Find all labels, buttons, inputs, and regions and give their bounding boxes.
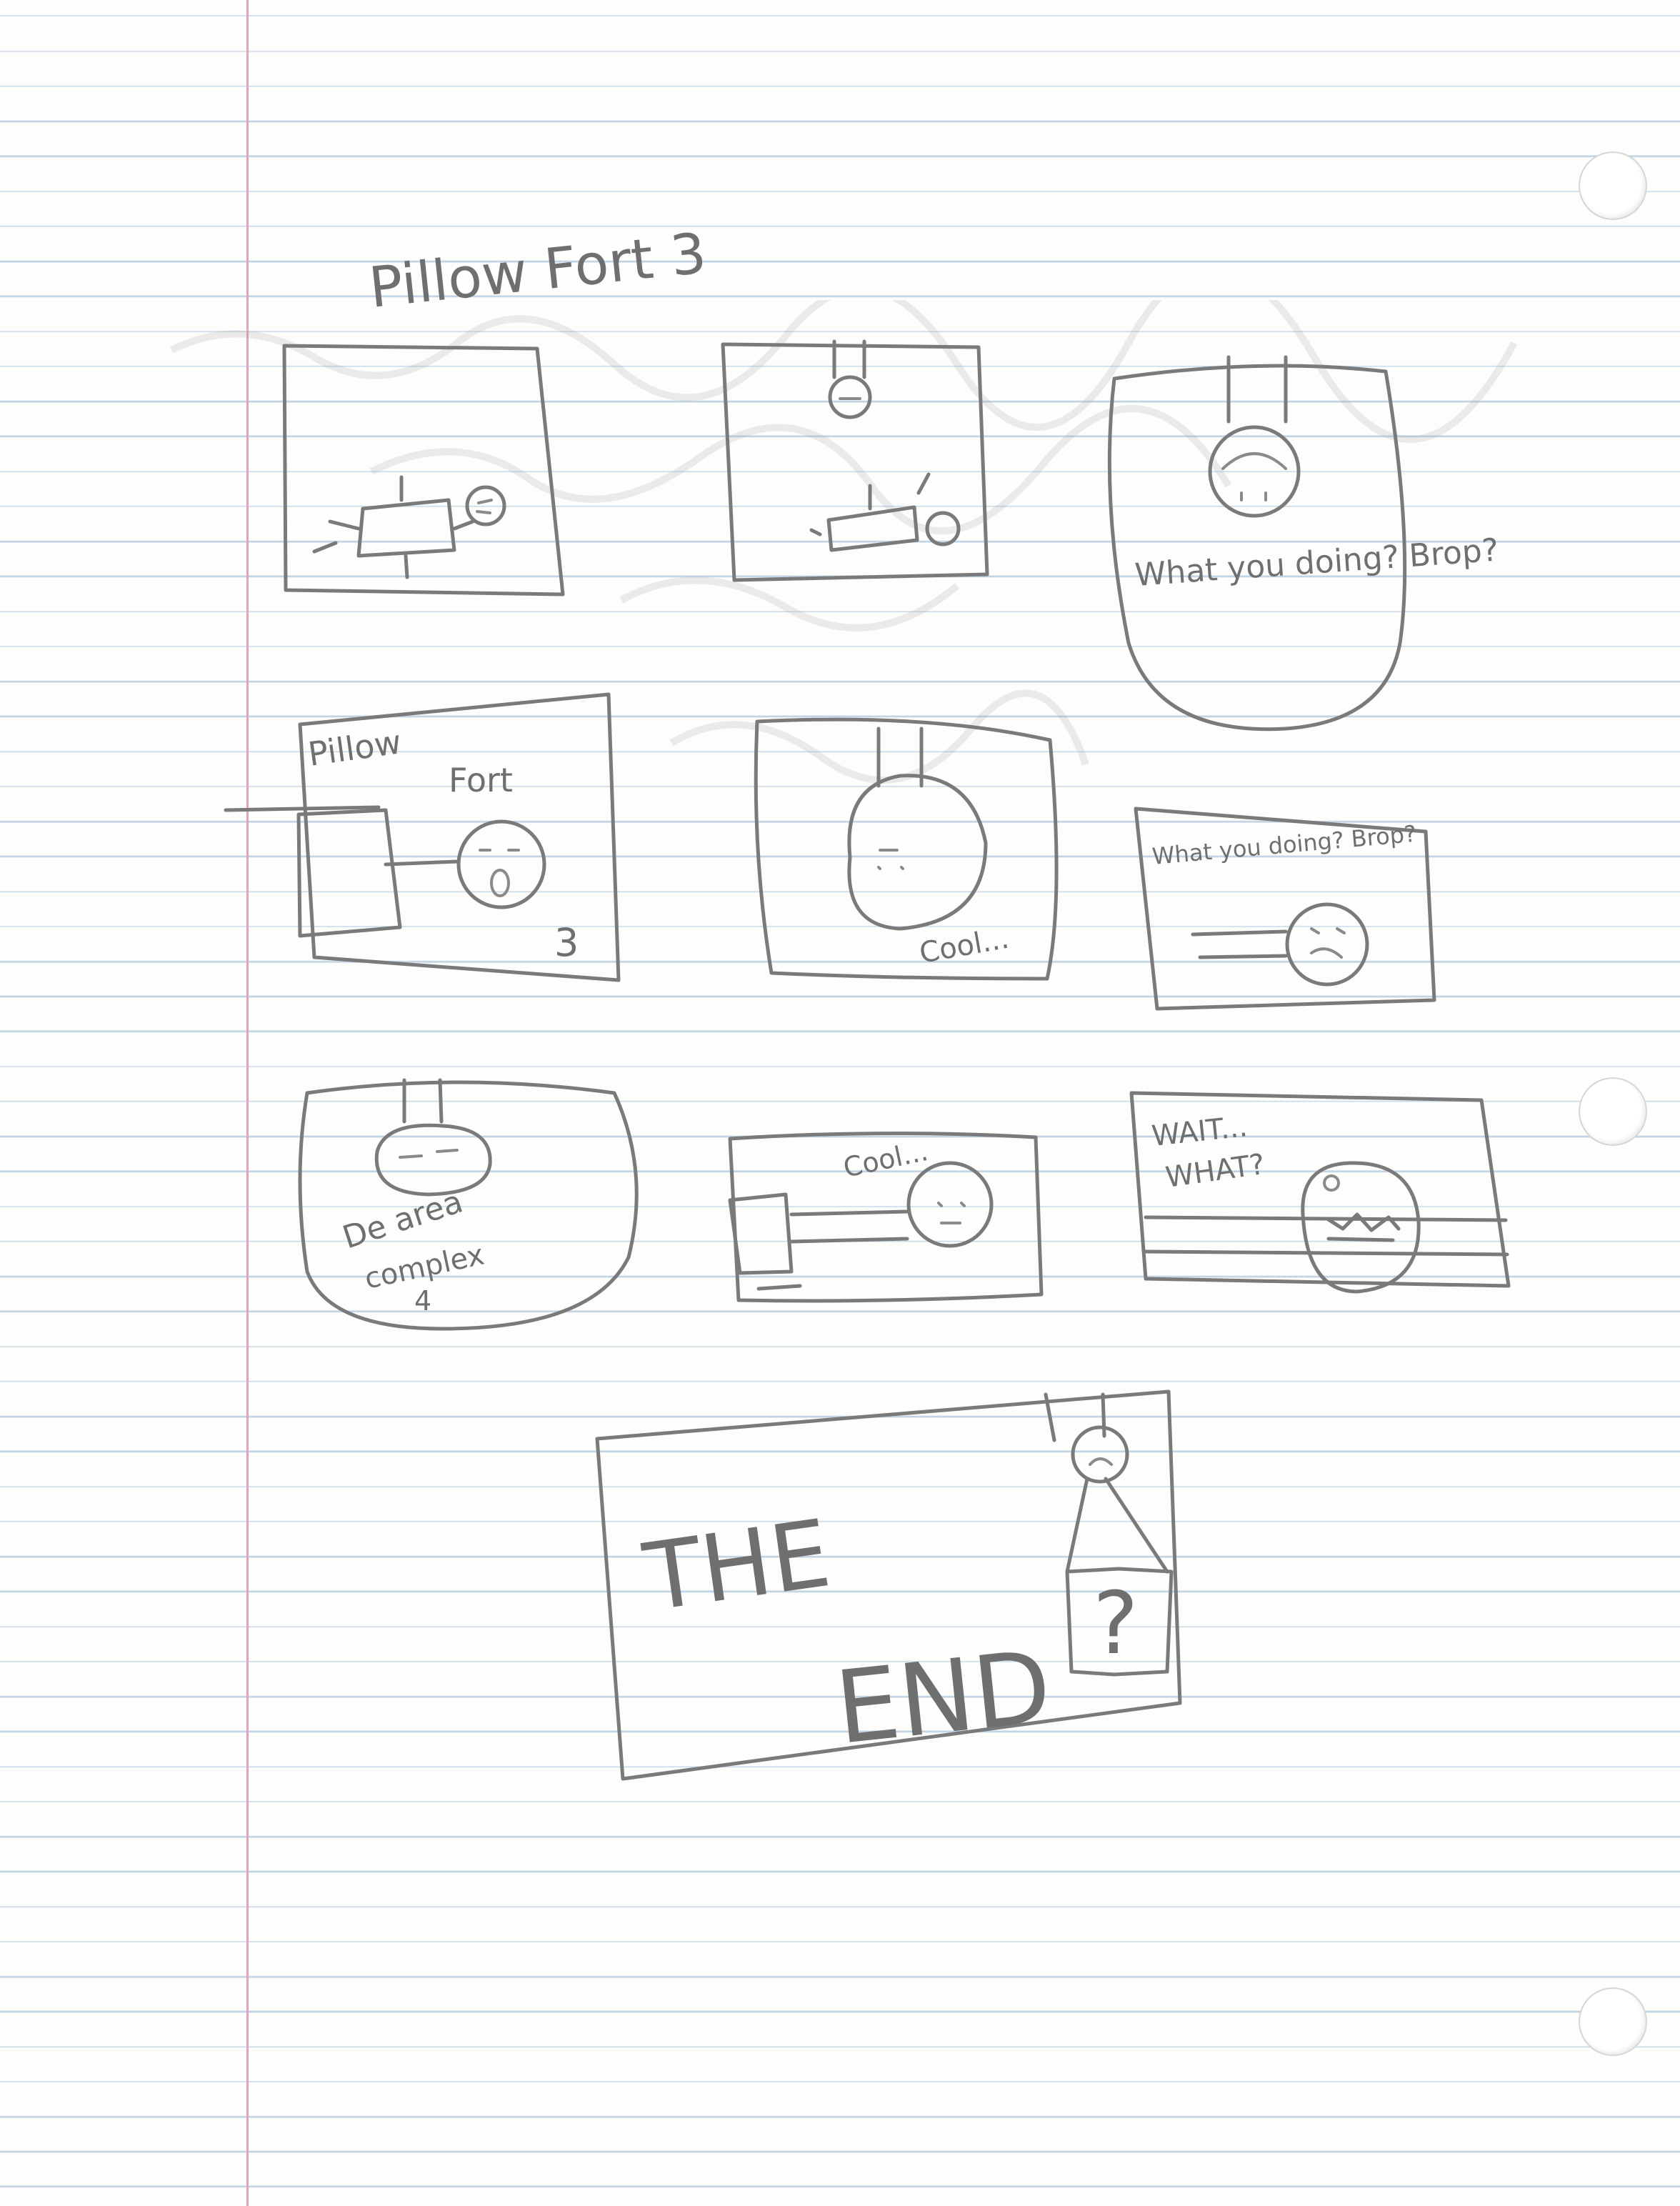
panel-5-speech: Cool... — [917, 922, 1011, 970]
comic-sketch: Pillow Fort 3 What you doing? Brop? Pill… — [224, 221, 1511, 1781]
panel-2 — [721, 339, 989, 582]
panel-4-label-pillow: Pillow — [306, 722, 404, 774]
comic-title: Pillow Fort 3 — [366, 221, 709, 321]
panel-4: Pillow Fort 3 — [224, 692, 621, 982]
panel-10-sign: ? — [1093, 1574, 1139, 1674]
panel-4-number: 3 — [554, 920, 579, 965]
panel-7-text-3: 4 — [414, 1285, 431, 1317]
panel-8: Cool... — [728, 1131, 1044, 1303]
panel-3-speech: What you doing? Brop? — [1134, 532, 1499, 594]
panel-9-text-1: WAIT... — [1150, 1110, 1249, 1153]
panel-6-speech: What you doing? Brop? — [1151, 820, 1417, 870]
panel-9-text-2: WHAT? — [1164, 1148, 1267, 1194]
panel-10-the: THE — [637, 1499, 836, 1632]
panel-3: What you doing? Brop? — [1107, 355, 1500, 732]
panel-10: ? THE END — [595, 1389, 1182, 1781]
panel-6: What you doing? Brop? — [1134, 807, 1436, 1011]
panel-4-label-fort: Fort — [449, 761, 513, 799]
panel-10-end: END — [831, 1629, 1056, 1767]
panel-5: Cool... — [754, 717, 1059, 981]
panel-1 — [282, 344, 565, 597]
panel-7: De area complex 4 — [298, 1078, 639, 1331]
panel-9: WAIT... WHAT? — [1129, 1091, 1511, 1294]
